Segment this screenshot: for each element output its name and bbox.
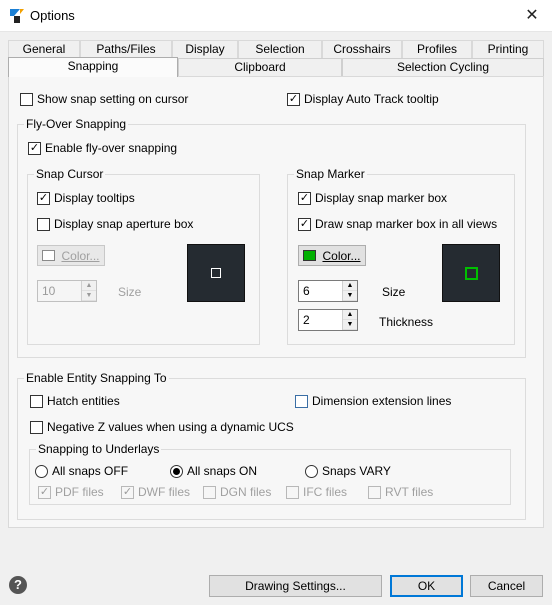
- checkbox-box: [30, 420, 43, 434]
- snap-cursor-size-label: Size: [118, 285, 142, 299]
- dwf-files-checkbox[interactable]: ✓ DWF files: [121, 485, 190, 499]
- underlays-legend: Snapping to Underlays: [36, 442, 162, 456]
- title-bar: Options ✕: [0, 0, 552, 32]
- display-aperture-checkbox[interactable]: Display snap aperture box: [37, 217, 193, 231]
- checkbox-box: [20, 92, 33, 106]
- dgn-files-checkbox[interactable]: DGN files: [203, 485, 271, 499]
- checkbox-box: [203, 485, 216, 499]
- display-tooltips-checkbox[interactable]: ✓ Display tooltips: [37, 191, 135, 205]
- radio-circle: [170, 464, 183, 478]
- dimension-extension-checkbox[interactable]: Dimension extension lines: [295, 394, 451, 408]
- snap-marker-size-label: Size: [382, 285, 406, 299]
- drawing-settings-button[interactable]: Drawing Settings...: [209, 575, 382, 597]
- ifc-files-checkbox[interactable]: IFC files: [286, 485, 347, 499]
- negative-z-checkbox[interactable]: Negative Z values when using a dynamic U…: [30, 420, 294, 434]
- checkbox-box: [295, 394, 308, 408]
- all-snaps-off-radio[interactable]: All snaps OFF: [35, 464, 128, 478]
- tab-printing[interactable]: Printing: [472, 40, 544, 58]
- check-icon: ✓: [121, 485, 134, 499]
- checkbox-box: [30, 394, 43, 408]
- marker-box-icon: [465, 267, 478, 280]
- snap-marker-thickness-stepper[interactable]: 2 ▲ ▼: [298, 309, 358, 331]
- tab-paths-files[interactable]: Paths/Files: [80, 40, 172, 58]
- snap-cursor-color-button[interactable]: Color...: [37, 245, 105, 266]
- radio-circle: [305, 464, 318, 478]
- cursor-marker-icon: [211, 268, 221, 278]
- pdf-files-checkbox[interactable]: ✓ PDF files: [38, 485, 104, 499]
- snaps-vary-radio[interactable]: Snaps VARY: [305, 464, 391, 478]
- snap-cursor-preview: [187, 244, 245, 302]
- help-icon[interactable]: ?: [9, 576, 27, 594]
- spin-up-icon[interactable]: ▲: [343, 310, 357, 320]
- snap-marker-thickness-label: Thickness: [379, 315, 434, 329]
- check-icon: ✓: [298, 217, 311, 231]
- ok-button[interactable]: OK: [390, 575, 463, 597]
- tab-selection-cycling[interactable]: Selection Cycling: [342, 58, 544, 76]
- display-auto-track-checkbox[interactable]: ✓ Display Auto Track tooltip: [287, 92, 439, 106]
- tab-crosshairs[interactable]: Crosshairs: [322, 40, 402, 58]
- enable-flyover-checkbox[interactable]: ✓ Enable fly-over snapping: [28, 141, 177, 155]
- snap-cursor-legend: Snap Cursor: [34, 167, 106, 181]
- flyover-legend: Fly-Over Snapping: [24, 117, 129, 131]
- tab-profiles[interactable]: Profiles: [402, 40, 472, 58]
- color-swatch: [303, 250, 317, 261]
- check-icon: ✓: [28, 141, 41, 155]
- hatch-entities-checkbox[interactable]: Hatch entities: [30, 394, 120, 408]
- entity-snapping-legend: Enable Entity Snapping To: [24, 371, 169, 385]
- check-icon: ✓: [298, 191, 311, 205]
- tab-snapping[interactable]: Snapping: [8, 57, 178, 77]
- snap-marker-color-button[interactable]: Color...: [298, 245, 366, 266]
- snap-cursor-size-stepper[interactable]: 10 ▲ ▼: [37, 280, 97, 302]
- spin-down-icon[interactable]: ▼: [343, 291, 357, 301]
- check-icon: ✓: [37, 191, 50, 205]
- snap-marker-preview: [442, 244, 500, 302]
- cancel-button[interactable]: Cancel: [470, 575, 543, 597]
- display-marker-box-checkbox[interactable]: ✓ Display snap marker box: [298, 191, 447, 205]
- tab-display[interactable]: Display: [172, 40, 238, 58]
- check-icon: ✓: [38, 485, 51, 499]
- app-logo-icon: [10, 9, 24, 23]
- spin-down-icon[interactable]: ▼: [343, 320, 357, 330]
- radio-circle: [35, 464, 48, 478]
- show-snap-setting-checkbox[interactable]: Show snap setting on cursor: [20, 92, 188, 106]
- checkbox-box: [286, 485, 299, 499]
- draw-marker-all-views-checkbox[interactable]: ✓ Draw snap marker box in all views: [298, 217, 497, 231]
- spin-down-icon[interactable]: ▼: [82, 291, 96, 301]
- snap-marker-size-stepper[interactable]: 6 ▲ ▼: [298, 280, 358, 302]
- check-icon: ✓: [287, 92, 300, 106]
- close-icon[interactable]: ✕: [512, 0, 552, 32]
- checkbox-box: [368, 485, 381, 499]
- spin-up-icon[interactable]: ▲: [82, 281, 96, 291]
- tab-general[interactable]: General: [8, 40, 80, 58]
- checkbox-box: [37, 217, 50, 231]
- spin-up-icon[interactable]: ▲: [343, 281, 357, 291]
- all-snaps-on-radio[interactable]: All snaps ON: [170, 464, 257, 478]
- window-title: Options: [30, 8, 75, 23]
- snap-marker-legend: Snap Marker: [294, 167, 367, 181]
- tab-clipboard[interactable]: Clipboard: [178, 58, 342, 76]
- tab-selection[interactable]: Selection: [238, 40, 322, 58]
- color-swatch: [42, 250, 56, 261]
- rvt-files-checkbox[interactable]: RVT files: [368, 485, 433, 499]
